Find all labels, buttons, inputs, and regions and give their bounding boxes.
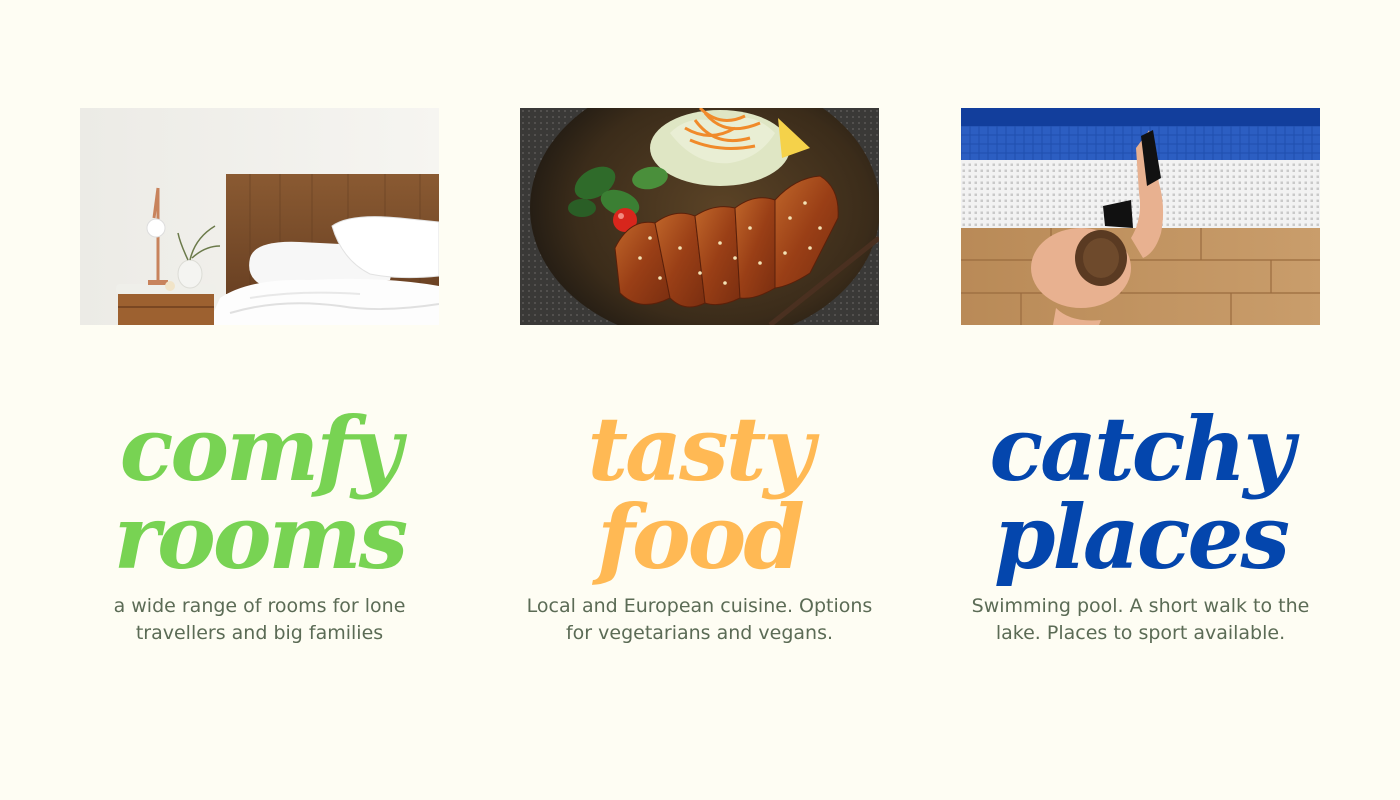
places-headline-line1: catchy bbox=[989, 397, 1295, 501]
rooms-description: a wide range of rooms for lone traveller… bbox=[113, 595, 406, 644]
rooms-headline: comfy rooms bbox=[80, 405, 439, 581]
food-headline-line1: tasty bbox=[587, 397, 815, 501]
feature-card-rooms: comfy rooms a wide range of rooms for lo… bbox=[80, 108, 439, 647]
pool-photo bbox=[961, 108, 1320, 325]
feature-card-food: tasty food Local and European cuisine. O… bbox=[520, 108, 879, 647]
food-headline-line2: food bbox=[597, 485, 805, 589]
bedroom-photo bbox=[80, 108, 439, 325]
food-headline: tasty food bbox=[520, 405, 879, 581]
food-description: Local and European cuisine. Options for … bbox=[526, 595, 873, 644]
rooms-headline-line1: comfy bbox=[119, 397, 402, 501]
places-headline-line2: places bbox=[993, 485, 1290, 589]
places-description: Swimming pool. A short walk to the lake.… bbox=[971, 595, 1310, 644]
feature-card-places: catchy places Swimming pool. A short wal… bbox=[961, 108, 1320, 647]
places-headline: catchy places bbox=[961, 405, 1320, 581]
rooms-headline-line2: rooms bbox=[113, 485, 408, 589]
food-photo bbox=[520, 108, 879, 325]
